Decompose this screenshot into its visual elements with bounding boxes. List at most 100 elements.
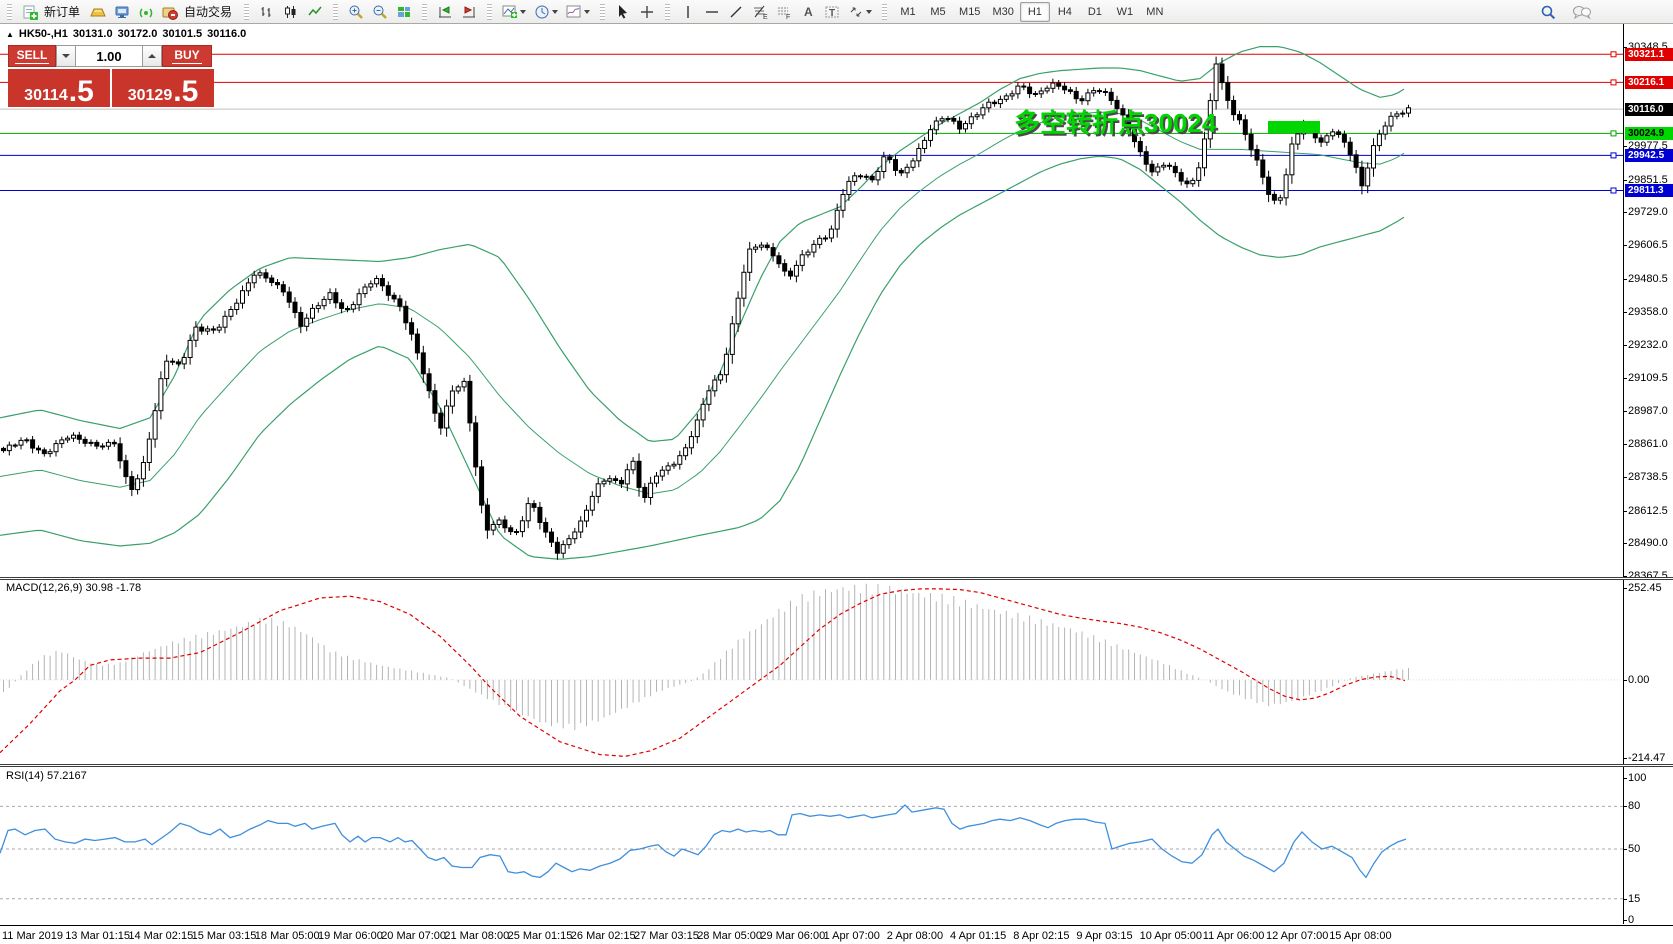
vertical-line-button[interactable] — [676, 2, 700, 22]
chat-button[interactable] — [1570, 2, 1594, 22]
chart-shift-button[interactable] — [457, 2, 481, 22]
macd-splitter[interactable] — [0, 577, 1673, 580]
rsi-label: RSI(14) 57.2167 — [6, 770, 87, 782]
zoom-in-button[interactable] — [344, 2, 368, 22]
periods-button[interactable] — [530, 2, 562, 22]
zoom-out-button[interactable] — [368, 2, 392, 22]
timeframe-button-m5[interactable]: M5 — [923, 2, 953, 22]
terminal-icon — [114, 4, 130, 20]
search-button[interactable] — [1536, 2, 1560, 22]
main-chart-plot[interactable] — [0, 24, 1673, 580]
volume-input[interactable] — [76, 45, 142, 67]
time-axis[interactable]: 11 Mar 201913 Mar 01:1514 Mar 02:1515 Ma… — [0, 925, 1673, 944]
svg-text:F: F — [786, 14, 790, 20]
time-axis-label: 21 Mar 08:00 — [444, 930, 509, 942]
crosshair-button[interactable] — [635, 2, 659, 22]
rsi-tick-mark — [1623, 920, 1627, 921]
price-tick-label: 28367.5 — [1628, 570, 1668, 582]
toolbar-grip[interactable] — [882, 4, 887, 20]
indicators-button[interactable] — [498, 2, 530, 22]
chart-shift-icon — [461, 4, 477, 20]
price-tag: 30321.1 — [1625, 48, 1673, 61]
sell-price-button[interactable]: 30114 .5 — [8, 69, 110, 107]
timeframe-button-h1[interactable]: H1 — [1020, 2, 1050, 22]
candlestick-chart-button[interactable] — [279, 2, 303, 22]
macd-plot[interactable] — [0, 580, 1673, 764]
rsi-tick-mark — [1623, 778, 1627, 779]
open-value: 30131.0 — [73, 28, 113, 40]
bar-chart-button[interactable] — [255, 2, 279, 22]
chevron-down-icon — [866, 10, 872, 14]
new-order-button[interactable] — [18, 2, 42, 22]
rsi-tick-label: 80 — [1628, 800, 1640, 812]
time-axis-label: 19 Mar 06:00 — [318, 930, 383, 942]
rsi-plot[interactable] — [0, 767, 1673, 924]
toolbar-grip[interactable] — [244, 4, 249, 20]
volume-decrease-button[interactable] — [56, 45, 76, 67]
indicators-icon — [502, 4, 518, 20]
autotrading-button[interactable] — [158, 2, 182, 22]
timeframe-button-m1[interactable]: M1 — [893, 2, 923, 22]
cursor-icon — [615, 4, 631, 20]
auto-scroll-button[interactable] — [433, 2, 457, 22]
timeframe-button-w1[interactable]: W1 — [1110, 2, 1140, 22]
volume-increase-button[interactable] — [142, 45, 162, 67]
timeframe-button-d1[interactable]: D1 — [1080, 2, 1110, 22]
terminal-button[interactable] — [110, 2, 134, 22]
templates-button[interactable] — [562, 2, 594, 22]
macd-tick-label: 0.00 — [1628, 674, 1649, 686]
toolbar-grip[interactable] — [665, 4, 670, 20]
timeframe-button-m30[interactable]: M30 — [986, 2, 1019, 22]
buy-price-button[interactable]: 30129 .5 — [112, 69, 214, 107]
fibonacci-button[interactable]: E — [748, 2, 772, 22]
line-chart-button[interactable] — [303, 2, 327, 22]
line-chart-icon — [307, 4, 323, 20]
rsi-tick-mark — [1623, 899, 1627, 900]
toolbar-grip[interactable] — [487, 4, 492, 20]
price-tick-label: 28490.0 — [1628, 537, 1668, 549]
gold-button[interactable] — [86, 2, 110, 22]
zoom-out-icon — [372, 4, 388, 20]
chevron-down-icon — [552, 10, 558, 14]
price-tick-label: 29358.0 — [1628, 306, 1668, 318]
chart-title: ▲ HK50-,H1 30131.0 30172.0 30101.5 30116… — [6, 28, 246, 40]
price-tag: 29811.3 — [1625, 184, 1673, 197]
expand-icon[interactable]: ▲ — [6, 30, 14, 39]
timeframe-button-mn[interactable]: MN — [1140, 2, 1170, 22]
pivot-highlight-rect[interactable] — [1268, 121, 1320, 133]
channel-button[interactable]: F — [772, 2, 796, 22]
buy-button[interactable]: BUY — [162, 45, 212, 67]
rsi-splitter[interactable] — [0, 764, 1673, 767]
svg-text:A: A — [804, 5, 813, 19]
symbol-period-label: HK50-,H1 — [19, 28, 68, 40]
price-tick-mark — [1623, 180, 1627, 181]
text-icon: A — [800, 4, 816, 20]
trendline-button[interactable] — [724, 2, 748, 22]
time-axis-label: 12 Apr 07:00 — [1266, 930, 1328, 942]
toolbar-grip[interactable] — [7, 4, 12, 20]
price-tick-label: 29109.5 — [1628, 372, 1668, 384]
price-tick-mark — [1623, 477, 1627, 478]
rsi-tick-label: 100 — [1628, 772, 1646, 784]
macd-tick-mark — [1623, 588, 1627, 589]
toolbar-grip[interactable] — [600, 4, 605, 20]
auto-scroll-icon — [437, 4, 453, 20]
toolbar-grip[interactable] — [333, 4, 338, 20]
text-label-button[interactable]: T — [820, 2, 844, 22]
time-axis-label: 25 Mar 01:15 — [508, 930, 573, 942]
cursor-button[interactable] — [611, 2, 635, 22]
autotrading-label[interactable]: 自动交易 — [184, 3, 232, 20]
candlestick-chart-icon — [283, 4, 299, 20]
horizontal-line-button[interactable] — [700, 2, 724, 22]
pivot-annotation[interactable]: 多空转折点30024 — [1014, 103, 1216, 140]
new-order-label[interactable]: 新订单 — [44, 3, 80, 20]
toolbar-grip[interactable] — [422, 4, 427, 20]
timeframe-button-h4[interactable]: H4 — [1050, 2, 1080, 22]
time-axis-label: 15 Apr 08:00 — [1329, 930, 1391, 942]
text-button[interactable]: A — [796, 2, 820, 22]
timeframe-button-m15[interactable]: M15 — [953, 2, 986, 22]
signal-button[interactable] — [134, 2, 158, 22]
sell-button[interactable]: SELL — [8, 45, 56, 67]
arrows-button[interactable] — [844, 2, 876, 22]
tile-windows-button[interactable] — [392, 2, 416, 22]
